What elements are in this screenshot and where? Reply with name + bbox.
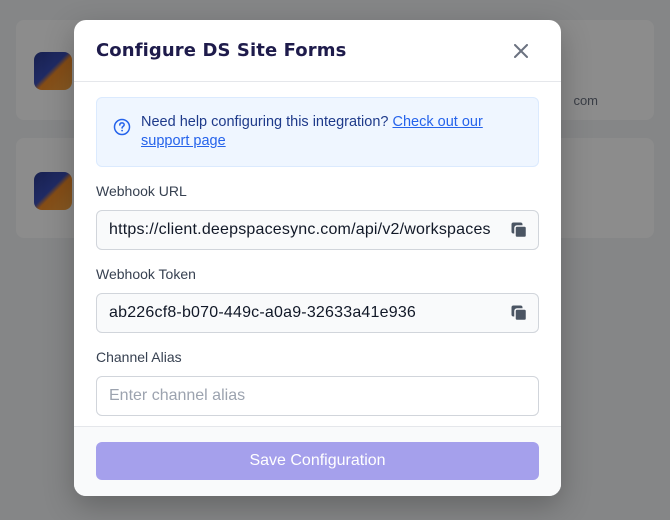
webhook-url-value[interactable]: https://client.deepspacesync.com/api/v2/…: [109, 221, 504, 239]
help-text: Need help configuring this integration? …: [141, 113, 522, 152]
question-circle-icon: [113, 118, 131, 136]
channel-alias-input[interactable]: [109, 387, 526, 405]
copy-webhook-url-button[interactable]: [508, 219, 530, 241]
close-button[interactable]: [509, 39, 533, 63]
help-message: Need help configuring this integration?: [141, 114, 393, 130]
copy-icon: [511, 305, 528, 322]
webhook-token-value[interactable]: ab226cf8-b070-449c-a0a9-32633a41e936: [109, 304, 504, 322]
webhook-token-field[interactable]: ab226cf8-b070-449c-a0a9-32633a41e936: [96, 293, 539, 333]
webhook-url-field[interactable]: https://client.deepspacesync.com/api/v2/…: [96, 210, 539, 250]
copy-webhook-token-button[interactable]: [508, 302, 530, 324]
modal-body: Need help configuring this integration? …: [74, 82, 561, 416]
webhook-url-label: Webhook URL: [96, 183, 187, 199]
channel-alias-field[interactable]: [96, 376, 539, 416]
modal-footer: Save Configuration: [74, 426, 561, 496]
copy-icon: [511, 222, 528, 239]
help-banner: Need help configuring this integration? …: [96, 97, 539, 167]
save-configuration-button[interactable]: Save Configuration: [96, 442, 539, 480]
channel-alias-label: Channel Alias: [96, 349, 182, 365]
webhook-token-label: Webhook Token: [96, 266, 196, 282]
modal-title: Configure DS Site Forms: [96, 40, 347, 61]
configure-modal: Configure DS Site Forms Need help config…: [74, 20, 561, 496]
modal-header: Configure DS Site Forms: [74, 20, 561, 82]
close-icon: [514, 43, 528, 58]
